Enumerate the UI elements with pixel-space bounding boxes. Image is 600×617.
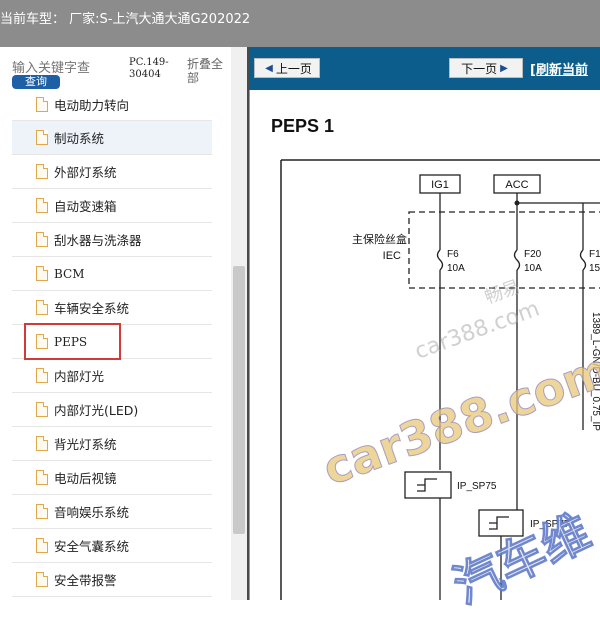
fuse-f6-name: F6 [447,249,459,260]
arrow-left-icon: ◀ [265,62,273,74]
tree-item-interior-lights[interactable]: 内部灯光 [12,359,212,393]
fuse-f6 [436,240,444,288]
tree-item-label: 电动后视镜 [54,471,117,486]
ig1-label: IG1 [431,179,449,191]
top-header-bar: 当前车型： 厂家:S-上汽大通大通G202022 [0,0,600,47]
splice-ip-sp75 [404,471,452,499]
fuse-f1 [579,240,587,430]
fuse-f1-rating: 15 [589,263,600,274]
fuse-box-sublabel: IEC [383,250,401,262]
document-icon [36,197,48,213]
tree-item-label: 内部灯光(LED) [54,403,139,418]
tree-item-label: 制动系统 [54,131,105,146]
tree-item-wiper-washer[interactable]: 刮水器与洗涤器 [12,223,212,257]
document-icon [36,231,48,247]
tree-item-label: 车辆安全系统 [54,301,130,316]
tree-item-seatbelt-warning[interactable]: 安全带报警 [12,563,212,597]
tree-item-label: 安全气囊系统 [54,539,130,554]
tree-item-label: 音响娱乐系统 [54,505,130,520]
tree-item-label: 背光灯系统 [54,437,117,452]
selection-highlight-box [24,323,121,360]
tree-item-label: 刮水器与洗涤器 [54,233,142,248]
fuse-f20 [513,240,521,288]
fuse-box-label: 主保险丝盒 [352,232,407,246]
acc-label: ACC [505,179,528,191]
document-icon [36,571,48,587]
tree-item-brake-system[interactable]: 制动系统 [12,121,212,155]
splice-ip-sp75-label: IP_SP75 [457,481,497,492]
fuse-f20-name: F20 [524,249,542,260]
next-page-label: 下一页 [461,61,498,76]
arrow-right-icon: ▶ [500,62,508,74]
document-icon [36,367,48,383]
fuse-f20-rating: 10A [524,263,542,274]
diagram-title: PEPS 1 [271,116,334,136]
junction-dot [514,200,520,206]
tree-item-exterior-lights[interactable]: 外部灯系统 [12,155,212,189]
tree-item-label: 外部灯系统 [54,165,117,180]
document-icon [36,401,48,417]
collapse-all-button[interactable]: 折叠全部 [187,57,227,85]
document-icon [36,503,48,519]
tree-item-label: 安全带报警 [54,573,117,588]
tree-item-label: 电动助力转向 [54,98,130,113]
search-button[interactable]: 查询 [12,75,60,89]
tree-item-power-mirrors[interactable]: 电动后视镜 [12,461,212,495]
prev-page-button[interactable]: ◀ 上一页 [254,58,320,78]
tree-item-audio-entertainment[interactable]: 音响娱乐系统 [12,495,212,529]
tree-item-bcm[interactable]: BCM [12,257,212,291]
splice-ip-sp77-label: IP_SP77 [530,519,570,530]
prev-page-label: 上一页 [275,61,312,76]
document-icon [36,469,48,485]
document-icon [36,435,48,451]
wiring-diagram: PEPS 1 IG1 ACC 主保险丝盒 IEC F6 10A F20 10A … [271,116,600,600]
document-code: PC.149-30404 [129,57,169,80]
fuse-f6-rating: 10A [447,263,465,274]
tree-item-automatic-transmission[interactable]: 自动变速箱 [12,189,212,223]
wire-label: 1389_L-GN/D-BU_0.75_IP [590,312,600,431]
tree-item-backlight[interactable]: 背光灯系统 [12,427,212,461]
tree-item-label: BCM [54,266,85,281]
sidebar-scrollbar-thumb[interactable] [233,266,245,534]
tree-item-vehicle-security[interactable]: 车辆安全系统 [12,291,212,325]
tree-item-label: 内部灯光 [54,369,105,384]
refresh-current-link[interactable]: [刷新当前 [530,59,588,78]
document-icon [36,163,48,179]
document-icon [36,537,48,553]
fuse-box-outline [408,211,600,289]
tree-item-power-steering[interactable]: 电动助力转向 [12,89,212,121]
tree-item-interior-lights-led[interactable]: 内部灯光(LED) [12,393,212,427]
tree-item-airbag[interactable]: 安全气囊系统 [12,529,212,563]
document-icon [36,299,48,315]
document-icon [36,129,48,145]
document-icon [36,96,48,112]
splice-ip-sp77 [478,509,524,537]
current-vehicle-title: 当前车型： 厂家:S-上汽大通大通G202022 [0,12,251,27]
next-page-button[interactable]: 下一页 ▶ [449,58,523,78]
tree-item-label: 自动变速箱 [54,199,117,214]
fuse-f1-name: F1 [589,249,600,260]
document-icon [36,265,48,281]
